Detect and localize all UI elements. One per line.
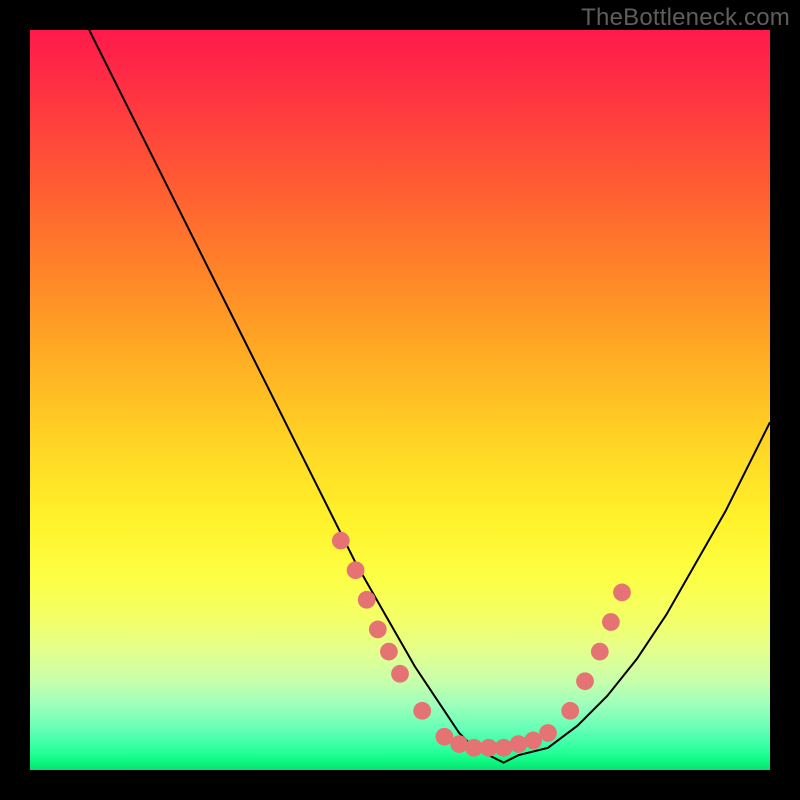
curve-line — [89, 30, 770, 763]
marker-dot — [413, 702, 431, 720]
marker-dot — [613, 584, 631, 602]
marker-dot — [332, 532, 350, 550]
chart-frame: TheBottleneck.com — [0, 0, 800, 800]
marker-dot — [450, 735, 468, 753]
marker-dot — [591, 643, 609, 661]
marker-dot — [539, 724, 557, 742]
chart-svg — [30, 30, 770, 770]
marker-dot — [602, 613, 620, 631]
marker-dot — [510, 735, 528, 753]
marker-dot — [576, 672, 594, 690]
marker-dots — [332, 532, 631, 757]
marker-dot — [347, 561, 365, 579]
marker-dot — [391, 665, 409, 683]
plot-area — [30, 30, 770, 770]
marker-dot — [380, 643, 398, 661]
watermark-text: TheBottleneck.com — [581, 4, 790, 32]
marker-dot — [561, 702, 579, 720]
marker-dot — [369, 621, 387, 639]
marker-dot — [495, 739, 513, 757]
marker-dot — [358, 591, 376, 609]
